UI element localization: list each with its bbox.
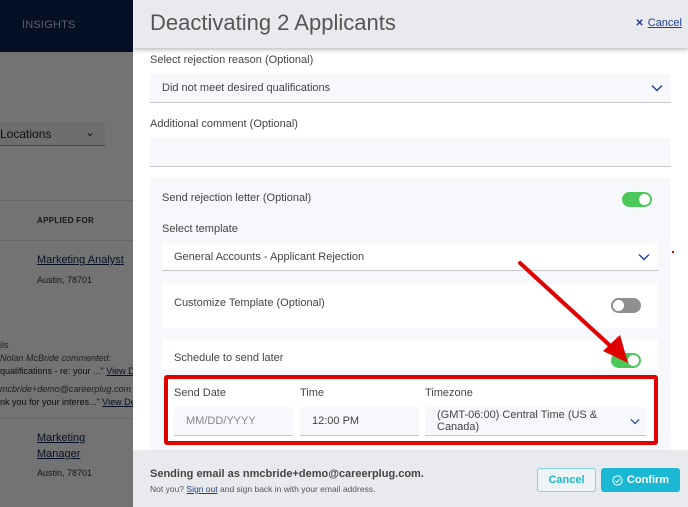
rejection-reason-select[interactable]: Did not meet desired qualifications [150, 74, 671, 103]
sign-out-link[interactable]: Sign out [186, 484, 217, 494]
sign-out-hint: Not you? Sign out and sign back in with … [150, 484, 375, 494]
confirm-button[interactable]: Confirm [601, 468, 680, 492]
timezone-select[interactable]: (GMT-06:00) Central Time (US & Canada) [425, 407, 646, 436]
modal-title: Deactivating 2 Applicants [150, 10, 396, 35]
select-template-label: Select template [162, 223, 238, 235]
template-select[interactable]: General Accounts - Applicant Rejection [162, 244, 658, 271]
send-letter-toggle[interactable] [622, 192, 652, 207]
schedule-fields-highlight: Send Date MM/DD/YYYY Time 12:00 PM Timez… [164, 375, 658, 445]
time-input[interactable]: 12:00 PM [300, 407, 419, 436]
customize-template-row: Customize Template (Optional) [162, 284, 658, 328]
modal-header: Deactivating 2 Applicants ✕ Cancel [133, 0, 688, 48]
time-label: Time [300, 387, 325, 399]
timezone-label: Timezone [425, 387, 473, 399]
schedule-label: Schedule to send later [174, 352, 284, 364]
rejection-reason-label: Select rejection reason (Optional) [150, 54, 314, 66]
toggle-knob [628, 355, 639, 366]
additional-comment-label: Additional comment (Optional) [150, 118, 298, 130]
schedule-toggle[interactable] [611, 353, 641, 368]
modal-footer: Sending email as nmcbride+demo@careerplu… [133, 450, 688, 507]
check-circle-icon [612, 474, 623, 486]
toggle-knob [639, 194, 650, 205]
send-date-label: Send Date [174, 387, 226, 399]
rejection-reason-value: Did not meet desired qualifications [162, 82, 331, 94]
toggle-knob [613, 300, 624, 311]
sign-back-text: and sign back in with your email address… [219, 484, 376, 494]
cancel-button[interactable]: Cancel [537, 468, 596, 492]
time-value: 12:00 PM [312, 415, 360, 427]
not-you-text: Not you? [150, 484, 185, 494]
annotation-dot [672, 251, 674, 253]
send-letter-label: Send rejection letter (Optional) [162, 192, 312, 204]
timezone-value: (GMT-06:00) Central Time (US & Canada) [437, 409, 598, 433]
customize-template-toggle[interactable] [611, 298, 641, 313]
confirm-label: Confirm [626, 474, 670, 486]
chevron-down-icon [630, 419, 640, 425]
customize-template-label: Customize Template (Optional) [174, 297, 325, 309]
additional-comment-input[interactable] [150, 138, 671, 167]
template-value: General Accounts - Applicant Rejection [174, 251, 365, 263]
header-cancel-label: Cancel [647, 17, 682, 29]
schedule-row: Schedule to send later [162, 339, 658, 369]
send-date-placeholder: MM/DD/YYYY [186, 415, 256, 427]
close-icon: ✕ [635, 17, 644, 29]
chevron-down-icon [651, 85, 663, 92]
header-cancel-button[interactable]: ✕ Cancel [635, 17, 682, 29]
sending-as-text: Sending email as nmcbride+demo@careerplu… [150, 468, 424, 480]
chevron-down-icon [638, 254, 650, 261]
send-date-input[interactable]: MM/DD/YYYY [174, 407, 293, 436]
